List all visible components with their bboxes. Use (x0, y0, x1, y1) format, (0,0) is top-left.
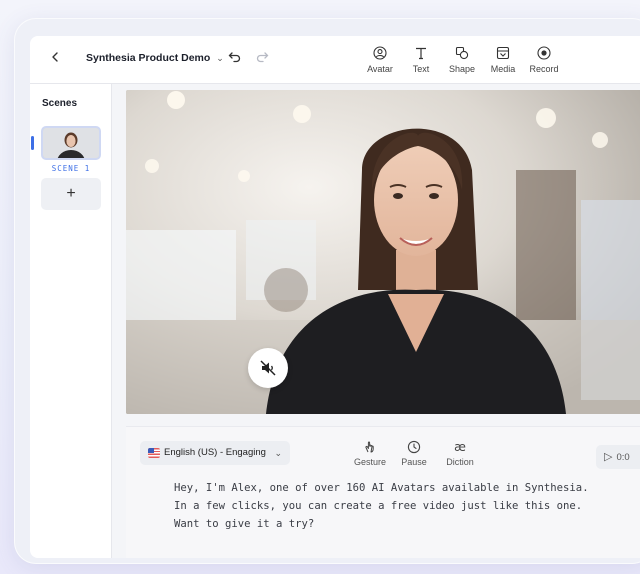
back-button[interactable] (46, 50, 64, 68)
tool-label: Record (529, 64, 559, 74)
tool-avatar[interactable]: Avatar (358, 45, 402, 74)
scene-label: SCENE 1 (51, 164, 91, 173)
text-icon (416, 47, 426, 60)
tool-label: Media (490, 64, 516, 74)
play-preview-button[interactable]: ▷ 0:0 (596, 445, 640, 469)
chevron-down-icon: ⌄ (274, 448, 282, 458)
voice-language-label: English (US) - Engaging (164, 447, 266, 458)
chevron-down-icon: ⌄ (216, 53, 224, 63)
active-scene-indicator (31, 136, 34, 150)
tool-shape[interactable]: Shape (440, 45, 484, 74)
script-line: In a few clicks, you can create a free v… (174, 500, 583, 512)
redo-icon (256, 52, 269, 63)
video-canvas[interactable] (126, 90, 640, 414)
pause-button[interactable]: Pause (396, 439, 432, 467)
script-panel: English (US) - Engaging ⌄ Gesture Pause … (126, 426, 640, 558)
control-label: Diction (446, 457, 474, 467)
scenes-sidebar: Scenes SCENE 1 + (30, 84, 112, 558)
play-time: 0:0 (616, 452, 630, 463)
script-line: Want to give it a try? (174, 518, 315, 530)
plus-icon: + (66, 185, 76, 202)
record-icon (537, 46, 551, 60)
avatar-icon (373, 46, 387, 60)
tool-text[interactable]: Text (399, 45, 443, 74)
script-text-editor[interactable]: Hey, I'm Alex, one of over 160 AI Avatar… (174, 479, 634, 533)
avatar-video-image (126, 90, 640, 414)
diction-button[interactable]: æ Diction (440, 439, 480, 467)
play-icon: ▷ (604, 451, 613, 463)
tool-label: Text (412, 64, 430, 74)
speaker-muted-icon (260, 360, 276, 376)
script-line: Hey, I'm Alex, one of over 160 AI Avatar… (174, 482, 589, 494)
control-label: Gesture (353, 457, 386, 467)
us-flag-icon (148, 448, 160, 458)
undo-button[interactable] (228, 50, 242, 67)
shape-icon (455, 46, 469, 60)
scene-thumbnail[interactable] (41, 126, 101, 160)
tool-record[interactable]: Record (522, 45, 566, 74)
mute-button[interactable] (248, 348, 288, 388)
scenes-title: Scenes (42, 98, 78, 109)
project-title-dropdown[interactable]: Synthesia Product Demo ⌄ (86, 52, 224, 64)
add-scene-button[interactable]: + (41, 178, 101, 210)
voice-language-dropdown[interactable]: English (US) - Engaging ⌄ (140, 441, 290, 465)
diction-icon: æ (454, 440, 466, 454)
avatar-thumbnail-image (43, 128, 99, 158)
tool-media[interactable]: Media (481, 45, 525, 74)
media-icon (496, 46, 510, 60)
undo-icon (228, 52, 241, 63)
clock-icon (407, 440, 421, 454)
gesture-button[interactable]: Gesture (350, 439, 390, 467)
editor-app: Synthesia Product Demo ⌄ Avatar Text Shap… (30, 36, 640, 558)
redo-button[interactable] (255, 50, 269, 67)
tool-label: Shape (448, 64, 476, 74)
project-title: Synthesia Product Demo (86, 52, 211, 64)
top-toolbar: Synthesia Product Demo ⌄ Avatar Text Shap… (30, 36, 640, 84)
control-label: Pause (401, 457, 427, 467)
tool-label: Avatar (367, 64, 393, 74)
gesture-icon (365, 441, 374, 453)
chevron-left-icon (52, 52, 58, 62)
